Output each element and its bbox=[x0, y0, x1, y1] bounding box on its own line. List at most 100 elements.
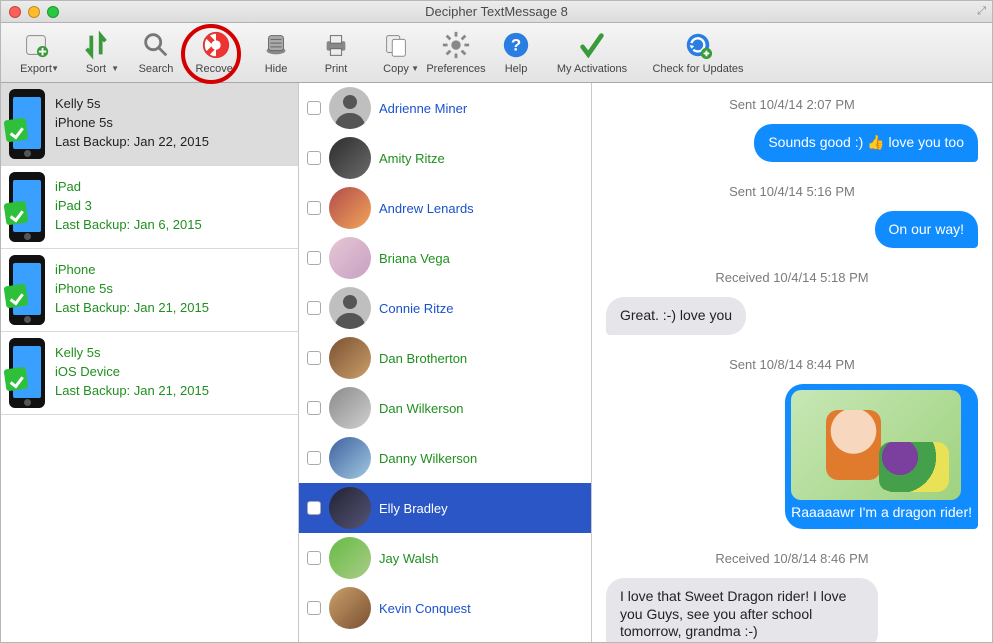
recover-button[interactable]: Recover bbox=[187, 30, 245, 75]
contact-item[interactable]: Adrienne Miner bbox=[299, 83, 591, 133]
contact-checkbox[interactable] bbox=[307, 501, 321, 515]
contact-name: Elly Bradley bbox=[379, 501, 448, 516]
toolbar-label: Recover bbox=[196, 63, 237, 75]
message-timestamp: Sent 10/8/14 8:44 PM bbox=[592, 357, 992, 372]
contact-checkbox[interactable] bbox=[307, 451, 321, 465]
export-icon bbox=[21, 30, 51, 60]
preferences-button[interactable]: Preferences bbox=[427, 30, 485, 75]
contact-checkbox[interactable] bbox=[307, 201, 321, 215]
device-model: iOS Device bbox=[55, 363, 209, 382]
contact-item[interactable]: Dan Brotherton bbox=[299, 333, 591, 383]
message-timestamp: Sent 10/4/14 2:07 PM bbox=[592, 97, 992, 112]
contact-item[interactable]: Danny Wilkerson bbox=[299, 433, 591, 483]
activations-button[interactable]: My Activations bbox=[547, 30, 637, 75]
device-backup: Last Backup: Jan 21, 2015 bbox=[55, 382, 209, 401]
toolbar-label: Preferences bbox=[426, 63, 485, 75]
contact-checkbox[interactable] bbox=[307, 151, 321, 165]
chat-panel[interactable]: Sent 10/4/14 2:07 PM Sounds good :) 👍 lov… bbox=[592, 83, 992, 642]
copy-button[interactable]: Copy ▼ bbox=[367, 30, 425, 75]
avatar bbox=[329, 487, 371, 529]
contact-checkbox[interactable] bbox=[307, 351, 321, 365]
device-backup: Last Backup: Jan 6, 2015 bbox=[55, 216, 202, 235]
avatar bbox=[329, 437, 371, 479]
device-info: iPhone iPhone 5s Last Backup: Jan 21, 20… bbox=[55, 255, 209, 318]
device-item[interactable]: Kelly 5s iOS Device Last Backup: Jan 21,… bbox=[1, 332, 298, 415]
chevron-down-icon: ▼ bbox=[51, 64, 59, 73]
contact-checkbox[interactable] bbox=[307, 551, 321, 565]
hide-icon bbox=[261, 30, 291, 60]
contact-checkbox[interactable] bbox=[307, 251, 321, 265]
chevron-down-icon: ▼ bbox=[111, 64, 119, 73]
contact-checkbox[interactable] bbox=[307, 601, 321, 615]
contact-item[interactable]: Jay Walsh bbox=[299, 533, 591, 583]
message-image[interactable] bbox=[791, 390, 961, 500]
toolbar-label: Search bbox=[139, 63, 174, 75]
preferences-icon bbox=[441, 30, 471, 60]
help-icon: ? bbox=[501, 30, 531, 60]
updates-button[interactable]: Check for Updates bbox=[639, 30, 757, 75]
export-button[interactable]: Export ▼ bbox=[7, 30, 65, 75]
updates-icon bbox=[683, 30, 713, 60]
sort-icon bbox=[81, 30, 111, 60]
contact-item[interactable]: Amity Ritze bbox=[299, 133, 591, 183]
activations-icon bbox=[577, 30, 607, 60]
sent-image-message[interactable]: Raaaaawr I'm a dragon rider! bbox=[785, 384, 978, 530]
toolbar-label: Sort bbox=[86, 63, 106, 75]
received-message[interactable]: Great. :-) love you bbox=[606, 297, 746, 335]
contact-name: Jay Walsh bbox=[379, 551, 438, 566]
contact-item[interactable]: Dan Wilkerson bbox=[299, 383, 591, 433]
sort-button[interactable]: Sort ▼ bbox=[67, 30, 125, 75]
toolbar-label: Check for Updates bbox=[652, 63, 743, 75]
device-model: iPhone 5s bbox=[55, 280, 209, 299]
window-titlebar: Decipher TextMessage 8 ⤢ bbox=[1, 1, 992, 23]
toolbar: Export ▼ Sort ▼ Search Recover Hide Prin… bbox=[1, 23, 992, 83]
hide-button[interactable]: Hide bbox=[247, 30, 305, 75]
avatar bbox=[329, 187, 371, 229]
message-timestamp: Received 10/4/14 5:18 PM bbox=[592, 270, 992, 285]
device-backup: Last Backup: Jan 22, 2015 bbox=[55, 133, 209, 152]
contact-name: Connie Ritze bbox=[379, 301, 453, 316]
avatar bbox=[329, 137, 371, 179]
contact-checkbox[interactable] bbox=[307, 301, 321, 315]
contact-item[interactable]: Briana Vega bbox=[299, 233, 591, 283]
avatar bbox=[329, 87, 371, 129]
check-badge-icon bbox=[4, 284, 29, 309]
device-backup: Last Backup: Jan 21, 2015 bbox=[55, 299, 209, 318]
device-name: Kelly 5s bbox=[55, 344, 209, 363]
contact-checkbox[interactable] bbox=[307, 101, 321, 115]
contact-item[interactable]: Kevin Conquest bbox=[299, 583, 591, 633]
avatar bbox=[329, 537, 371, 579]
sent-message[interactable]: Sounds good :) 👍 love you too bbox=[754, 124, 978, 162]
device-item[interactable]: iPhone iPhone 5s Last Backup: Jan 21, 20… bbox=[1, 249, 298, 332]
avatar bbox=[329, 337, 371, 379]
search-button[interactable]: Search bbox=[127, 30, 185, 75]
main-content: Kelly 5s iPhone 5s Last Backup: Jan 22, … bbox=[1, 83, 992, 642]
device-item[interactable]: iPad iPad 3 Last Backup: Jan 6, 2015 bbox=[1, 166, 298, 249]
device-model: iPad 3 bbox=[55, 197, 202, 216]
contact-name: Kevin Conquest bbox=[379, 601, 471, 616]
contact-name: Danny Wilkerson bbox=[379, 451, 477, 466]
message-timestamp: Received 10/8/14 8:46 PM bbox=[592, 551, 992, 566]
search-icon bbox=[141, 30, 171, 60]
avatar bbox=[329, 237, 371, 279]
contact-checkbox[interactable] bbox=[307, 401, 321, 415]
toolbar-label: Hide bbox=[265, 63, 288, 75]
contact-name: Adrienne Miner bbox=[379, 101, 467, 116]
copy-icon bbox=[381, 30, 411, 60]
sent-message[interactable]: On our way! bbox=[875, 211, 978, 249]
contact-item[interactable]: Elly Bradley bbox=[299, 483, 591, 533]
help-button[interactable]: ? Help bbox=[487, 30, 545, 75]
avatar bbox=[329, 287, 371, 329]
message-timestamp: Sent 10/4/14 5:16 PM bbox=[592, 184, 992, 199]
device-item[interactable]: Kelly 5s iPhone 5s Last Backup: Jan 22, … bbox=[1, 83, 298, 166]
device-info: Kelly 5s iOS Device Last Backup: Jan 21,… bbox=[55, 338, 209, 401]
contact-item[interactable]: Andrew Lenards bbox=[299, 183, 591, 233]
contact-item[interactable]: Connie Ritze bbox=[299, 283, 591, 333]
print-button[interactable]: Print bbox=[307, 30, 365, 75]
svg-text:?: ? bbox=[511, 36, 521, 55]
check-badge-icon bbox=[4, 201, 29, 226]
received-message[interactable]: I love that Sweet Dragon rider! I love y… bbox=[606, 578, 878, 642]
contact-list[interactable]: Adrienne Miner Amity Ritze Andrew Lenard… bbox=[299, 83, 592, 642]
avatar bbox=[329, 587, 371, 629]
device-name: iPhone bbox=[55, 261, 209, 280]
